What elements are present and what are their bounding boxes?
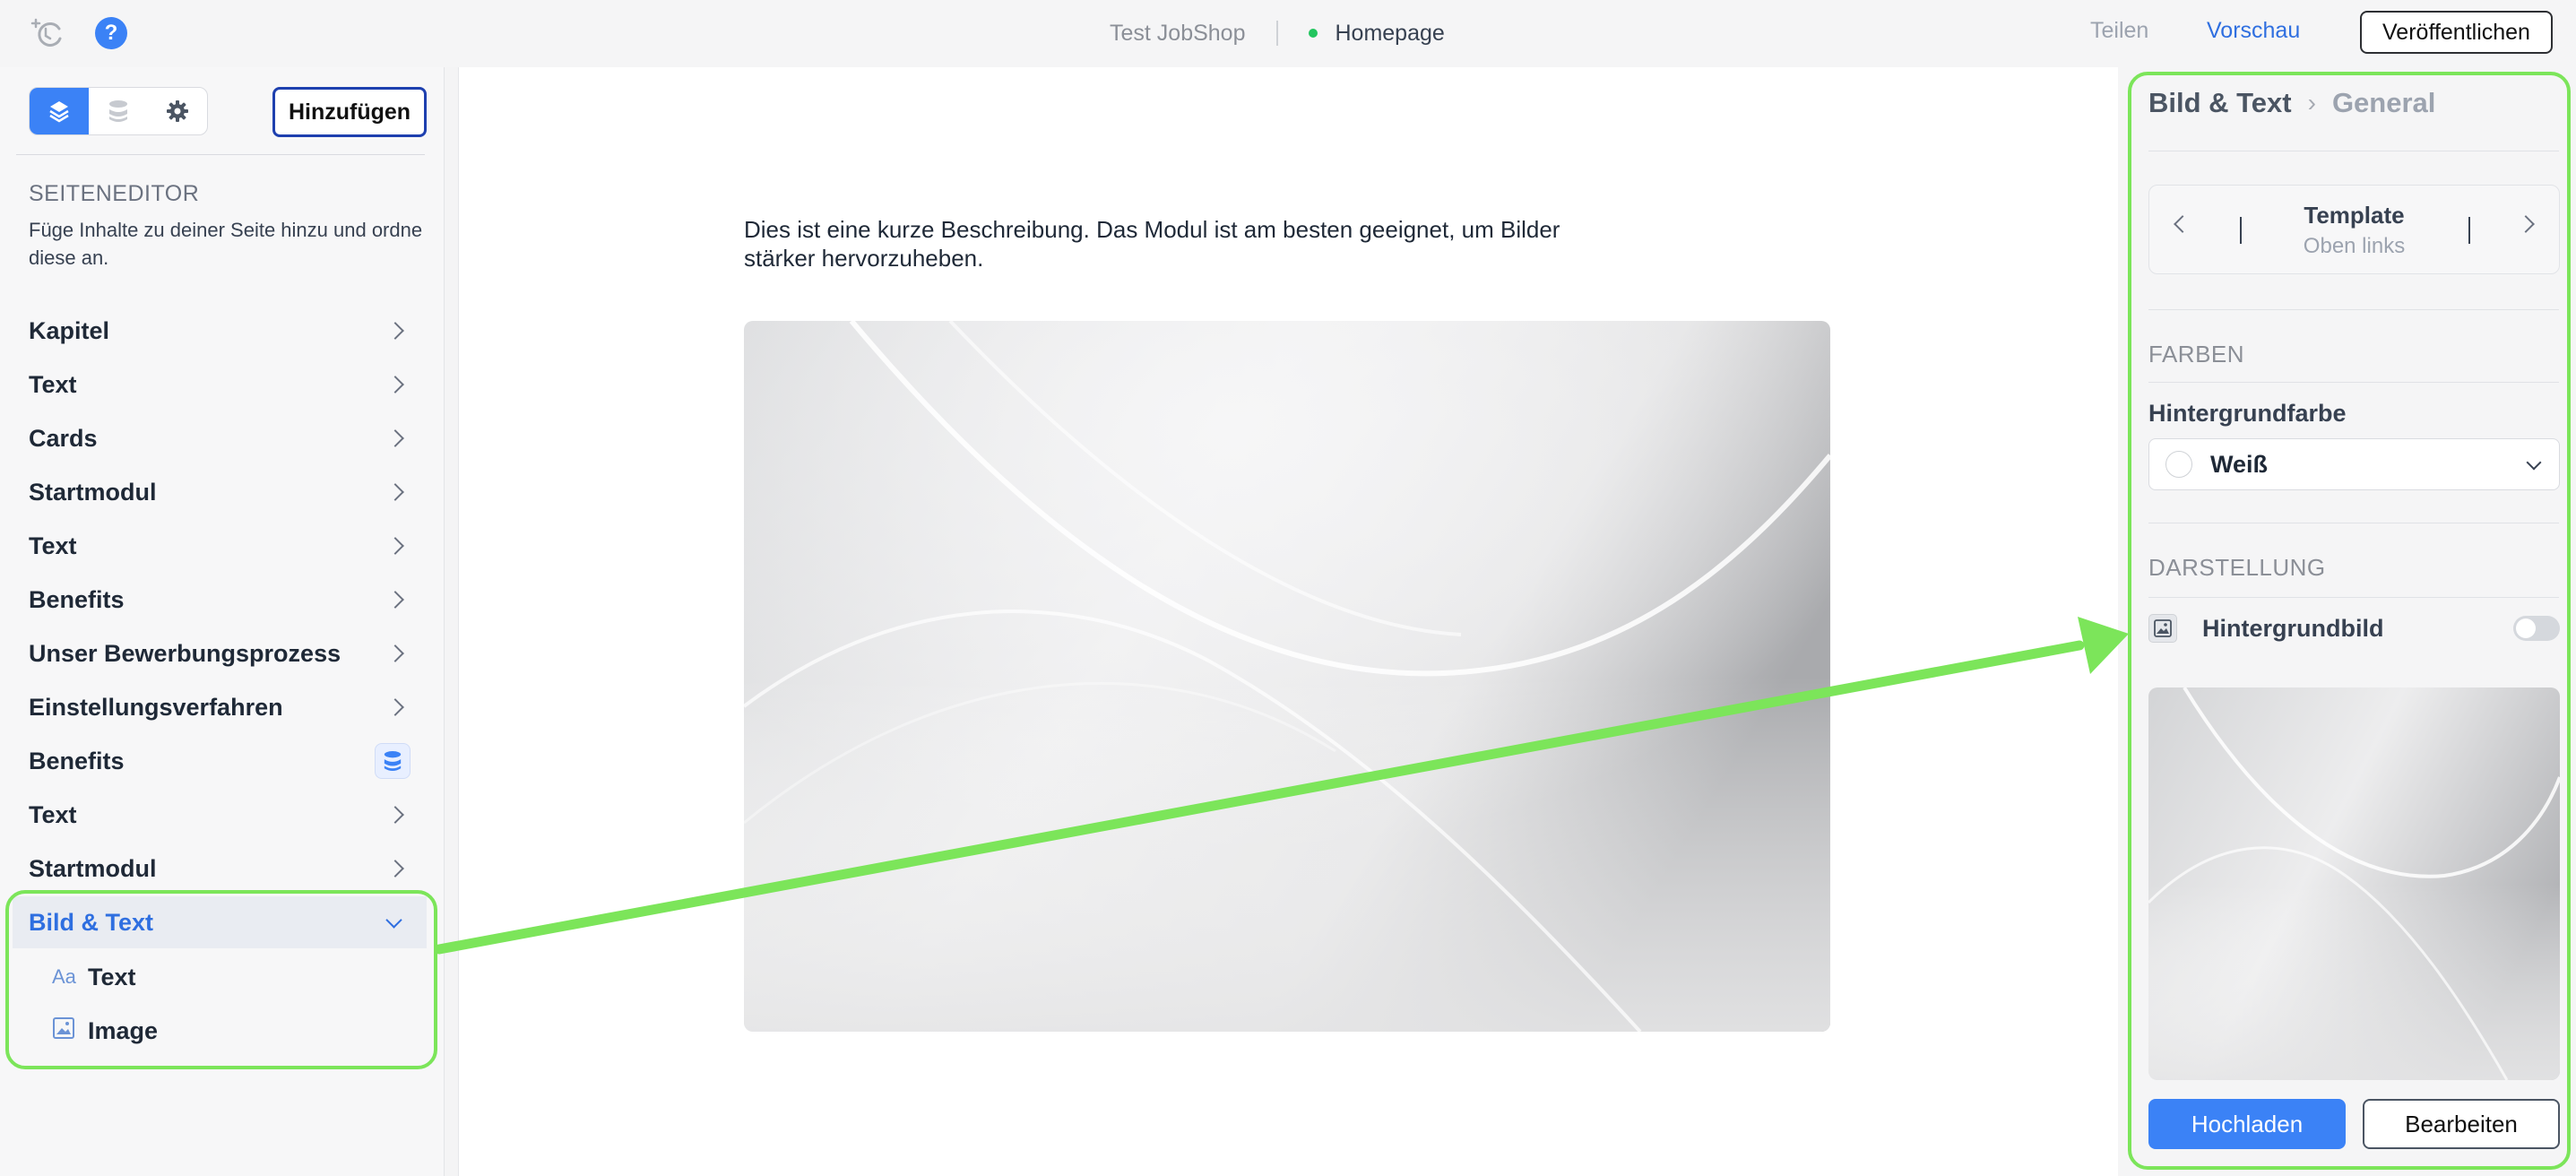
chevron-right-icon	[386, 322, 404, 340]
layers-tab[interactable]	[30, 88, 89, 134]
sidebar-item-kapitel[interactable]: Kapitel	[13, 305, 427, 357]
sidebar-item-label: Startmodul	[29, 854, 157, 882]
module-description-text[interactable]: Dies ist eine kurze Beschreibung. Das Mo…	[744, 215, 1569, 272]
sidebar-item-label: Text	[29, 532, 77, 559]
chevron-right-icon	[386, 429, 404, 447]
sidebar-item-label: Cards	[29, 424, 98, 452]
sidebar-item-label: Benefits	[29, 747, 125, 774]
module-image[interactable]	[744, 321, 1830, 1032]
chevron-right-icon	[386, 537, 404, 555]
section-description: Füge Inhalte zu deiner Seite hinzu und o…	[29, 219, 423, 269]
sidebar-item-label: Unser Bewerbungsprozess	[29, 639, 341, 667]
share-button[interactable]: Teilen	[2090, 18, 2148, 44]
page-indicator: Test JobShop Homepage	[1110, 18, 1445, 48]
sidebar-item-bewerbungsprozess[interactable]: Unser Bewerbungsprozess	[13, 627, 427, 679]
chevron-right-icon	[386, 698, 404, 716]
status-dot	[1308, 29, 1318, 38]
sidebar-item-label: Text	[29, 800, 77, 828]
sidebar-item-text[interactable]: Text	[13, 789, 427, 841]
chevron-right-icon	[386, 860, 404, 878]
chevron-right-icon	[386, 644, 404, 662]
shop-name: Test JobShop	[1110, 20, 1246, 46]
sidebar-item-startmodul[interactable]: Startmodul	[13, 843, 427, 895]
divider	[1275, 21, 1278, 46]
section-title: SEITENEDITOR	[29, 181, 200, 206]
sidebar-item-label: Kapitel	[29, 316, 110, 344]
publish-button[interactable]: Veröffentlichen	[2360, 11, 2553, 54]
database-badge[interactable]	[375, 743, 411, 779]
page-name[interactable]: Homepage	[1336, 21, 1445, 47]
sidebar-item-text[interactable]: Text	[13, 359, 427, 411]
sidebar-item-cards[interactable]: Cards	[13, 412, 427, 464]
top-bar: ? Test JobShop Homepage Teilen Vorschau …	[0, 0, 2576, 67]
settings-tab[interactable]	[148, 88, 207, 134]
sidebar-item-benefits[interactable]: Benefits	[13, 574, 427, 626]
add-content-button[interactable]: Hinzufügen	[272, 87, 427, 137]
app-window: ? Test JobShop Homepage Teilen Vorschau …	[0, 0, 2576, 1176]
sidebar-item-label: Startmodul	[29, 478, 157, 506]
database-icon	[109, 100, 127, 122]
chevron-right-icon	[386, 806, 404, 824]
sidebar-view-switcher	[29, 87, 208, 135]
sidebar-item-label: Benefits	[29, 585, 125, 613]
history-logo-icon[interactable]	[29, 16, 66, 50]
layers-icon	[49, 101, 69, 123]
help-button[interactable]: ?	[95, 17, 127, 49]
highlight-box-right	[2128, 72, 2571, 1170]
gear-icon	[167, 100, 188, 122]
chevron-right-icon	[386, 591, 404, 609]
sidebar-item-benefits-db[interactable]: Benefits	[13, 735, 427, 787]
divider	[16, 154, 425, 155]
preview-button[interactable]: Vorschau	[2207, 18, 2300, 44]
highlight-box-left	[5, 890, 437, 1069]
sidebar-item-startmodul[interactable]: Startmodul	[13, 466, 427, 518]
chevron-right-icon	[386, 376, 404, 393]
database-icon	[384, 751, 402, 771]
database-tab[interactable]	[89, 88, 148, 134]
sidebar-item-einstellungsverfahren[interactable]: Einstellungsverfahren	[13, 681, 427, 733]
sidebar-item-text[interactable]: Text	[13, 520, 427, 572]
sidebar-item-label: Text	[29, 370, 77, 398]
chevron-right-icon	[386, 483, 404, 501]
sidebar-item-label: Einstellungsverfahren	[29, 693, 283, 721]
